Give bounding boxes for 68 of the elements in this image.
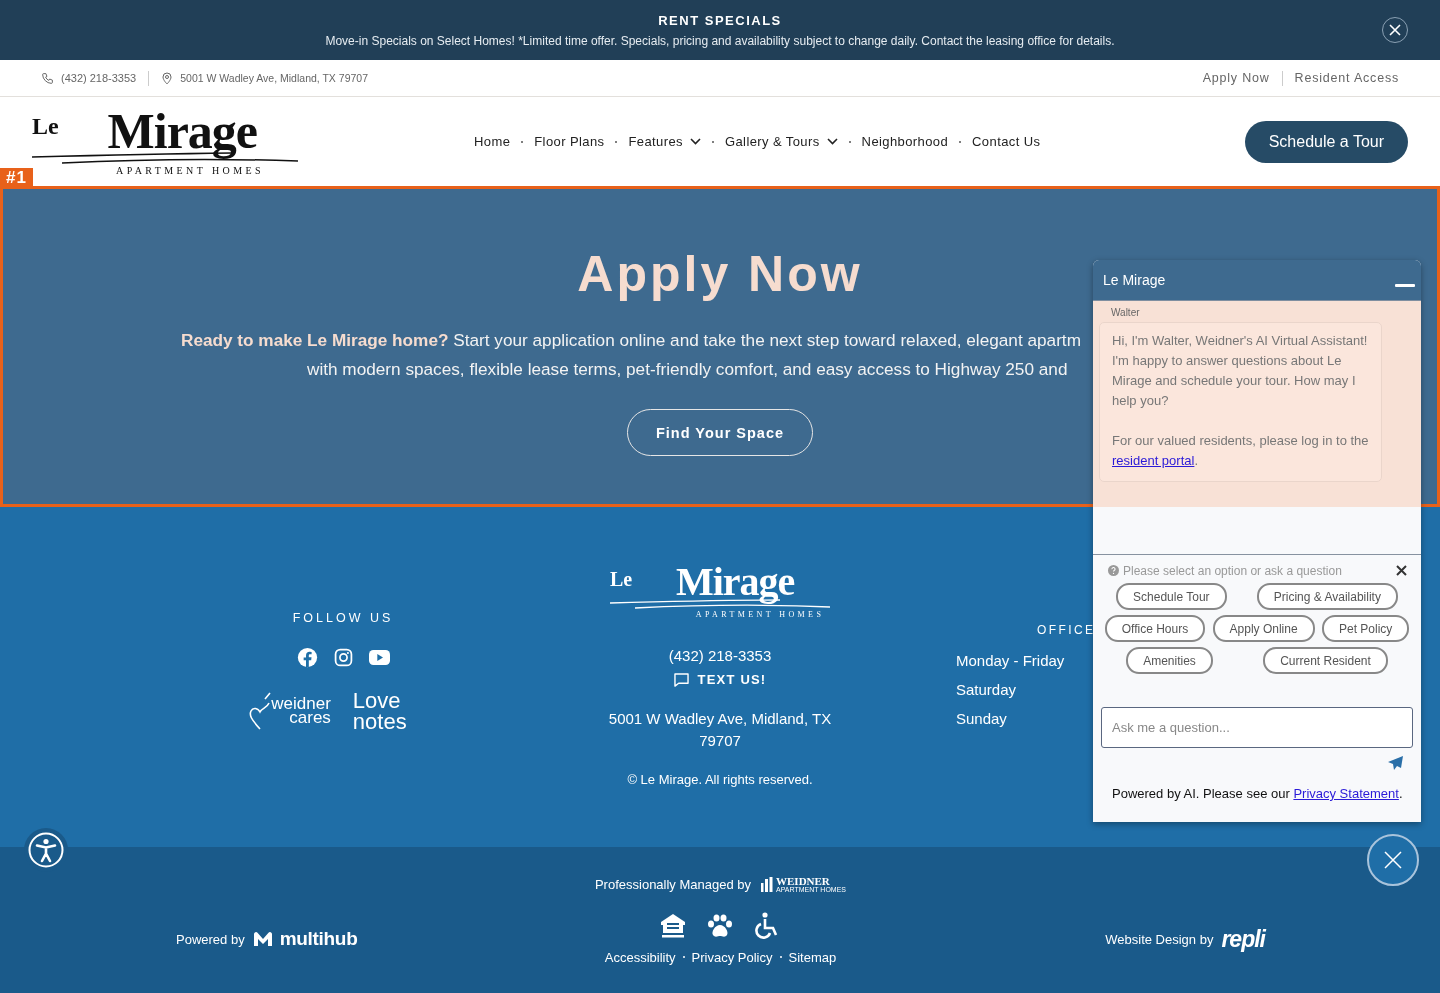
accessibility-icon — [28, 832, 64, 868]
utility-link[interactable]: Resident Access — [1294, 71, 1399, 85]
follow-us-heading: FOLLOW US — [292, 611, 394, 625]
nav-link[interactable]: Contact Us — [972, 134, 1041, 149]
prompt-text: Please select an option or ask a question — [1123, 563, 1342, 578]
location-pin-icon — [161, 71, 174, 85]
chat-bubble-icon — [673, 672, 689, 687]
nav-link[interactable]: Features — [628, 134, 701, 149]
minimize-button[interactable] — [1395, 283, 1415, 287]
facebook-icon[interactable] — [296, 647, 318, 668]
banner-message: Move-in Specials on Select Homes! *Limited time offer. Specials, pricing and availability subject to change daily. Contact the leasing office for details. — [325, 33, 1115, 48]
close-icon — [1389, 24, 1401, 36]
logo[interactable]: Le Mirage APARTMENT HOMES — [32, 107, 298, 176]
send-icon[interactable] — [1388, 756, 1403, 770]
footer-link[interactable]: Accessibility — [604, 949, 676, 965]
hero-title: Apply Now — [577, 246, 863, 302]
quick-reply-button[interactable]: Current Resident — [1263, 647, 1388, 674]
message-text: Hi, I'm Walter, Weidner's AI Virtual Assistant! I'm happy to answer questions about Le Mirage and schedule your tour. How may I help you? — [1112, 332, 1369, 410]
instagram-icon[interactable] — [333, 648, 353, 667]
help-icon — [1108, 565, 1119, 576]
phone-link[interactable]: (432) 218-3353 — [668, 647, 772, 664]
message-text: For our valued residents, please log in to the resident portal. — [1112, 432, 1369, 470]
sender-name: Walter — [1111, 307, 1141, 318]
address-text: 5001 W Wadley Ave, Midland, TX 79707 — [607, 709, 833, 751]
office-day: Saturday — [956, 675, 1096, 704]
hero-text: Ready to make Le Mirage home? Start your application online and take the next step toward relaxed, elegant apartm — [181, 329, 1081, 352]
copyright-text: © Le Mirage. All rights reserved. — [627, 772, 813, 787]
banner-title: RENT SPECIALS — [658, 12, 782, 28]
hero-text: with modern spaces, flexible lease terms, pet-friendly comfort, and easy access to Highway 250 and — [307, 358, 1068, 381]
schedule-tour-button[interactable]: Schedule a Tour — [1244, 120, 1408, 163]
phone-icon — [41, 71, 54, 85]
nav-link[interactable]: Home — [474, 134, 511, 149]
question-input[interactable]: Ask me a question... — [1101, 707, 1413, 748]
quick-reply-button[interactable]: Schedule Tour — [1116, 583, 1227, 610]
quick-reply-button[interactable]: Apply Online — [1212, 615, 1315, 642]
footer-link[interactable]: Privacy Policy — [691, 949, 773, 965]
quick-reply-button[interactable]: Pricing & Availability — [1256, 583, 1398, 610]
close-icon — [1384, 851, 1402, 869]
managed-by-text: Professionally Managed by — [594, 877, 752, 892]
youtube-icon[interactable] — [368, 650, 390, 665]
partner-logo[interactable]: Love notes — [352, 690, 407, 732]
disclaimer-text: Powered by AI. Please see our Privacy Statement. — [1112, 786, 1404, 801]
equal-housing-icon — [660, 912, 687, 939]
quick-reply-button[interactable]: Office Hours — [1104, 615, 1206, 642]
close-icon — [1396, 565, 1407, 576]
text-us-link[interactable]: TEXT US! — [673, 672, 767, 687]
multihub-logo[interactable]: multihub — [252, 928, 358, 950]
powered-by-text: Powered by — [176, 931, 245, 947]
paw-icon — [706, 913, 735, 938]
repli-logo[interactable]: repli — [1221, 925, 1265, 953]
logo[interactable]: Le Mirage APARTMENT HOMES — [610, 562, 830, 619]
privacy-statement-link[interactable]: Privacy Statement — [1293, 786, 1399, 801]
office-day: Sunday — [956, 704, 1096, 733]
office-day: Monday - Friday — [956, 646, 1096, 675]
address-link[interactable]: 5001 W Wadley Ave, Midland, TX 79707 — [180, 72, 368, 84]
footer-link[interactable]: Sitemap — [788, 949, 837, 965]
nav-link[interactable]: Neighborhood — [861, 134, 949, 149]
nav-link[interactable]: Floor Plans — [534, 134, 605, 149]
highlight-label: #1 — [0, 168, 33, 186]
nav-link[interactable]: Gallery & Tours — [724, 134, 838, 149]
utility-link[interactable]: Apply Now — [1202, 71, 1270, 85]
quick-reply-button[interactable]: Pet Policy — [1321, 615, 1410, 642]
chat-title: Le Mirage — [1103, 272, 1166, 288]
quick-reply-button[interactable]: Amenities — [1126, 647, 1213, 674]
website-design-text: Website Design by — [1105, 931, 1214, 947]
office-hours-heading: OFFICE — [1037, 623, 1096, 637]
partner-logo[interactable]: weidner cares — [249, 691, 331, 731]
phone-link[interactable]: (432) 218-3353 — [61, 72, 137, 84]
